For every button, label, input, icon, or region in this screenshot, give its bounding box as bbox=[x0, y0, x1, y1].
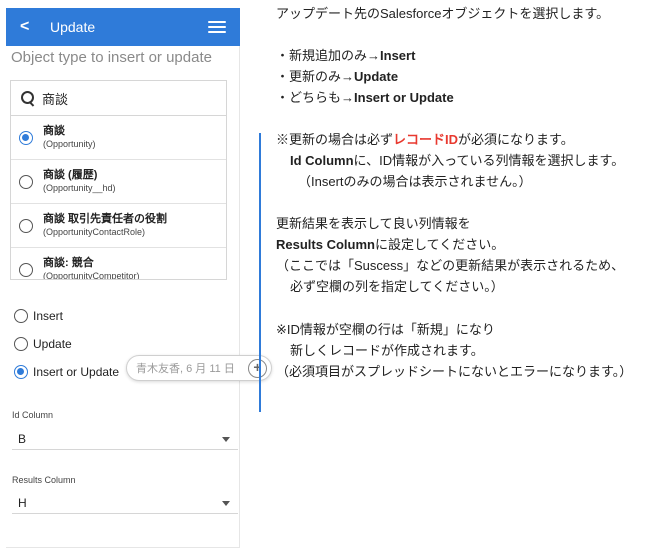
note-line: （必須項目がスプレッドシートにないとエラーになります。） bbox=[276, 364, 633, 379]
object-option-opportunity-history[interactable]: 商談 (履歴) (Opportunity__hd) bbox=[11, 160, 226, 204]
object-api-name: (OpportunityContactRole) bbox=[43, 227, 146, 237]
object-option-opportunity[interactable]: 商談 (Opportunity) bbox=[11, 116, 226, 160]
object-name: 商談 bbox=[43, 125, 65, 137]
operation-label: Update bbox=[33, 337, 72, 351]
note-line: ※ID情報が空欄の行は「新規」になり bbox=[276, 322, 495, 337]
search-input[interactable] bbox=[42, 90, 212, 106]
note-line: アップデート先のSalesforceオブジェクトを選択します。 bbox=[276, 6, 610, 21]
note-line: Results Columnに設定してください。 bbox=[276, 237, 505, 252]
id-column-value: B bbox=[18, 431, 27, 446]
object-name: 商談: 競合 bbox=[43, 257, 94, 269]
object-option-opportunity-competitor[interactable]: 商談: 競合 (OpportunityCompetitor) bbox=[11, 248, 226, 280]
radio-icon[interactable] bbox=[19, 219, 33, 233]
results-column-value: H bbox=[18, 495, 27, 510]
operation-label: Insert bbox=[33, 309, 64, 323]
object-api-name: (Opportunity__hd) bbox=[43, 183, 116, 193]
chevron-left-icon[interactable]: < bbox=[20, 18, 50, 36]
app-bar: < Update bbox=[6, 8, 240, 46]
add-comment-icon[interactable]: + bbox=[248, 359, 267, 378]
operation-label: Insert or Update bbox=[33, 365, 120, 379]
object-list[interactable]: 商談 (Opportunity) 商談 (履歴) (Opportunity__h… bbox=[10, 115, 227, 280]
radio-icon[interactable] bbox=[14, 337, 28, 351]
comment-author-date: 青木友香, 6 月 11 日 bbox=[136, 363, 235, 375]
search-icon bbox=[20, 90, 36, 106]
operation-insert-or-update[interactable]: Insert or Update bbox=[14, 363, 119, 381]
id-column-select[interactable]: B bbox=[12, 428, 238, 450]
comment-tooltip[interactable]: 青木友香, 6 月 11 日 + bbox=[126, 355, 272, 381]
note-line: （Insertのみの場合は表示されません。） bbox=[298, 174, 532, 189]
note-accent-bar bbox=[259, 133, 261, 412]
note-line: Id Columnに、ID情報が入っている列情報を選択します。 bbox=[290, 153, 625, 168]
caret-down-icon bbox=[222, 501, 230, 506]
object-api-name: (OpportunityCompetitor) bbox=[43, 271, 140, 280]
object-search-box[interactable] bbox=[10, 80, 227, 115]
radio-selected-icon[interactable] bbox=[19, 131, 33, 145]
note-line: ・どちらも→Insert or Update bbox=[276, 90, 454, 105]
note-line: ・新規追加のみ→Insert bbox=[276, 48, 416, 63]
results-column-label: Results Column bbox=[12, 475, 76, 485]
object-name: 商談 取引先責任者の役割 bbox=[43, 213, 168, 225]
object-option-opportunity-contact-role[interactable]: 商談 取引先責任者の役割 (OpportunityContactRole) bbox=[11, 204, 226, 248]
hamburger-menu-icon[interactable] bbox=[208, 21, 226, 33]
radio-icon[interactable] bbox=[19, 175, 33, 189]
object-type-heading: Object type to insert or update bbox=[11, 49, 212, 66]
note-line: 必ず空欄の列を指定してください。） bbox=[290, 279, 504, 294]
caret-down-icon bbox=[222, 437, 230, 442]
note-line: 新しくレコードが作成されます。 bbox=[290, 343, 484, 358]
radio-selected-icon[interactable] bbox=[14, 365, 28, 379]
radio-icon[interactable] bbox=[14, 309, 28, 323]
note-line: （ここでは「Suscess」などの更新結果が表示されるため、 bbox=[276, 258, 625, 273]
id-column-label: Id Column bbox=[12, 410, 54, 420]
operation-update[interactable]: Update bbox=[14, 335, 72, 353]
note-line: 更新結果を表示して良い列情報を bbox=[276, 216, 471, 231]
radio-icon[interactable] bbox=[19, 263, 33, 277]
results-column-select[interactable]: H bbox=[12, 492, 238, 514]
note-line: ・更新のみ→Update bbox=[276, 69, 399, 84]
operation-insert[interactable]: Insert bbox=[14, 307, 63, 325]
object-api-name: (Opportunity) bbox=[43, 139, 96, 149]
page-title: Update bbox=[50, 19, 96, 35]
object-name: 商談 (履歴) bbox=[43, 169, 98, 181]
note-line: ※更新の場合は必ずレコードIDが必須になります。 bbox=[276, 132, 574, 147]
